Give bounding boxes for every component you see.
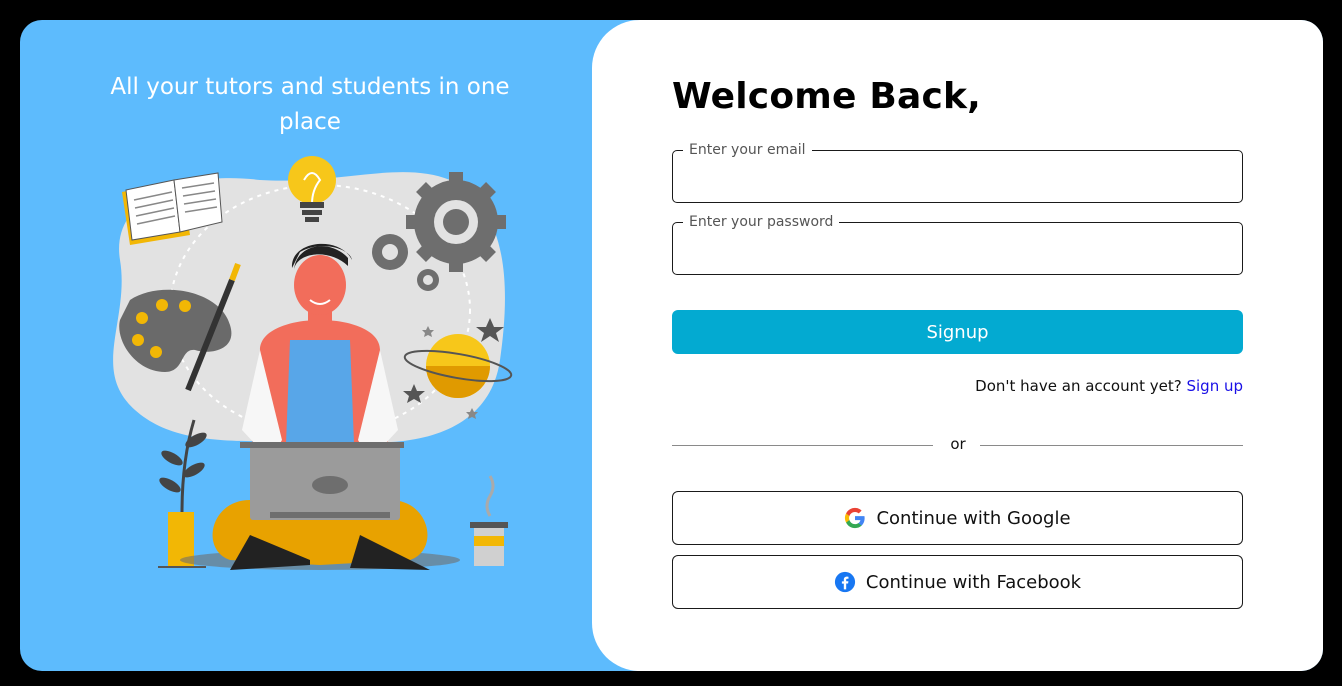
password-label: Enter your password [683,214,840,230]
facebook-button-label: Continue with Facebook [865,571,1082,593]
email-label: Enter your email [683,142,812,158]
laptop-icon [240,442,404,520]
password-field[interactable] [673,223,1242,274]
auth-window: All your tutors and students in one plac… [20,20,1323,671]
student-laptop-illustration [113,156,513,570]
signup-button[interactable]: Signup [672,310,1243,354]
welcome-title: Welcome Back, [672,76,982,117]
facebook-icon [834,571,856,593]
password-field-wrapper: Enter your password [672,214,1243,275]
email-field[interactable] [673,151,1242,202]
divider-or: or [950,435,966,453]
google-login-button[interactable]: Continue with Google [672,491,1243,545]
google-g-icon [845,507,866,529]
plant-icon [158,419,207,568]
google-button-label: Continue with Google [876,507,1071,529]
no-account-text: Don't have an account yet? [975,377,1182,395]
email-field-wrapper: Enter your email [672,142,1243,203]
signup-prompt: Don't have an account yet? Sign up [672,377,1243,395]
hero-tagline: All your tutors and students in one plac… [110,74,510,135]
divider-line-left [672,445,933,446]
login-card: Welcome Back, Enter your email Enter you… [592,20,1323,671]
facebook-login-button[interactable]: Continue with Facebook [672,555,1243,609]
coffee-cup-icon [470,475,508,566]
hero-panel: All your tutors and students in one plac… [20,20,616,671]
divider-line-right [980,445,1243,446]
sign-up-link[interactable]: Sign up [1186,377,1243,395]
